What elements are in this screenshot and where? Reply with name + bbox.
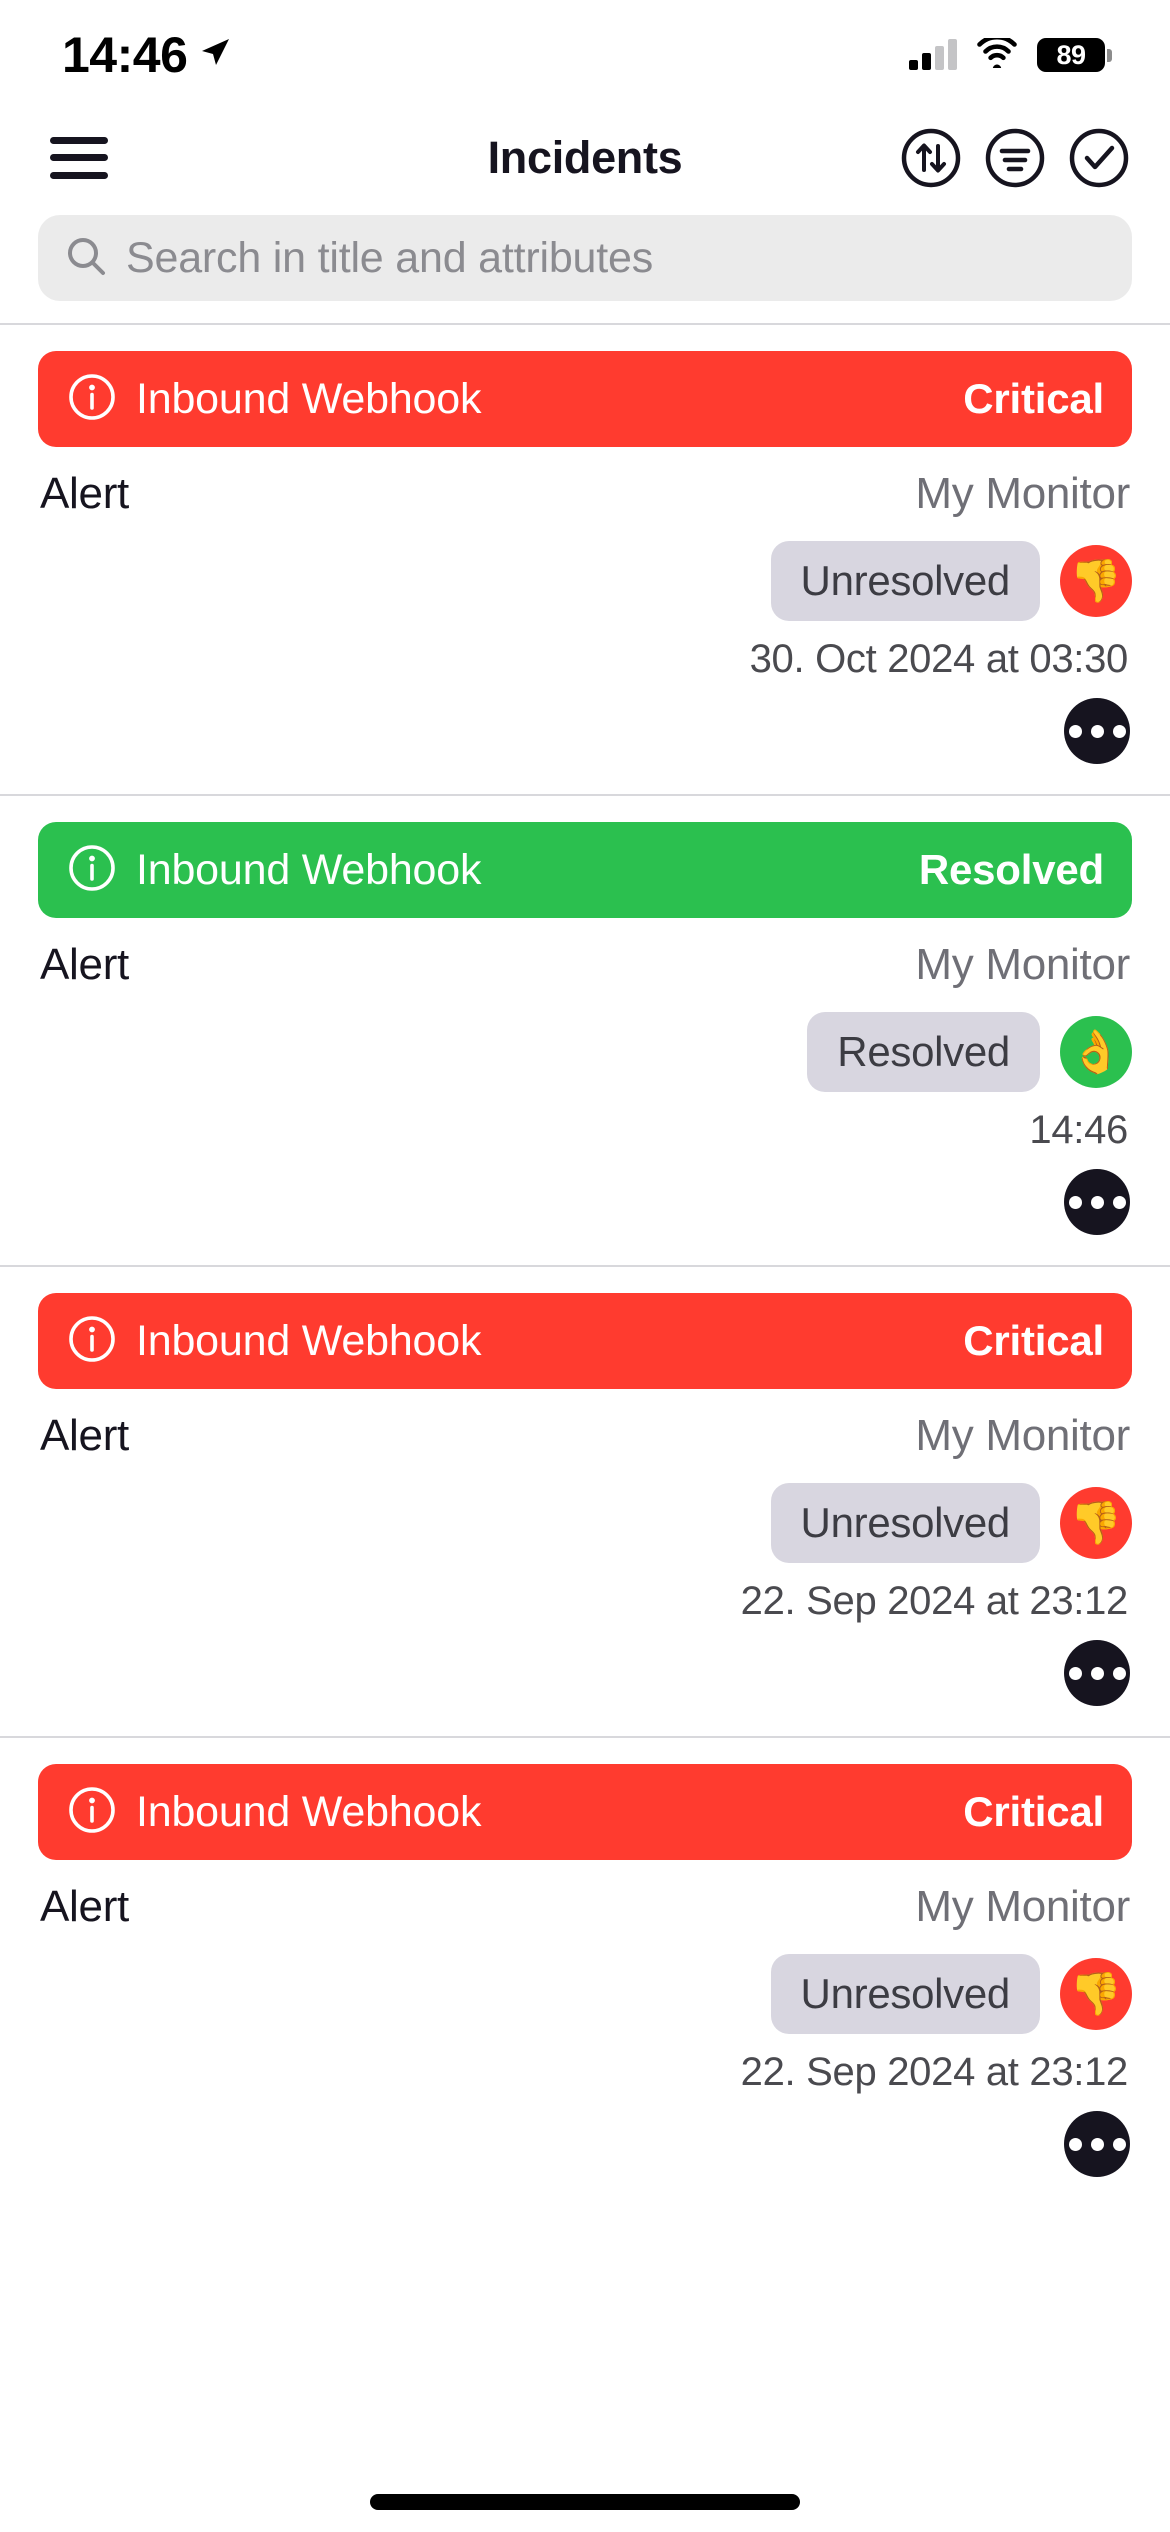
info-circle-icon [66,371,118,428]
sort-button[interactable] [900,127,962,189]
info-circle-icon [66,1313,118,1370]
incident-monitor: My Monitor [915,1411,1130,1460]
incident-more-row [38,1153,1132,1265]
thumbs-down-emoji: 👎 [1060,545,1132,617]
incident-time-row: 30. Oct 2024 at 03:30 [38,621,1132,682]
incident-more-row [38,2095,1132,2207]
search-bar-container: Search in title and attributes [0,205,1170,323]
incident-title: Inbound Webhook [136,1787,482,1836]
search-input[interactable]: Search in title and attributes [38,215,1132,301]
incident-state-row: Unresolved 👎 [38,519,1132,621]
cellular-signal-icon [909,39,957,70]
hamburger-menu-icon[interactable] [50,136,108,179]
incident-more-row [38,682,1132,794]
thumbs-down-emoji: 👎 [1060,1487,1132,1559]
incident-list: Inbound Webhook Critical Alert My Monito… [0,323,1170,2207]
incident-time-row: 22. Sep 2024 at 23:12 [38,2034,1132,2095]
thumbs-down-emoji: 👎 [1060,1958,1132,2030]
incident-card[interactable]: Inbound Webhook Critical Alert My Monito… [0,1736,1170,2207]
incident-type: Alert [40,1411,129,1460]
incident-card[interactable]: Inbound Webhook Critical Alert My Monito… [0,323,1170,794]
incident-meta: Alert My Monitor [38,447,1132,519]
info-circle-icon [66,1784,118,1841]
incident-state-row: Unresolved 👎 [38,1461,1132,1563]
incident-banner[interactable]: Inbound Webhook Critical [38,351,1132,447]
navigation-bar: Incidents [0,110,1170,205]
incident-timestamp: 22. Sep 2024 at 23:12 [740,1579,1129,1623]
state-badge: Unresolved [770,541,1040,621]
incident-meta: Alert My Monitor [38,1389,1132,1461]
search-placeholder: Search in title and attributes [126,233,654,282]
search-icon [64,234,108,283]
incident-time-row: 22. Sep 2024 at 23:12 [38,1563,1132,1624]
state-badge: Unresolved [770,1954,1040,2034]
incident-title: Inbound Webhook [136,845,482,894]
info-circle-icon [66,842,118,899]
navigation-actions [900,127,1130,189]
incident-type: Alert [40,469,129,518]
home-indicator [370,2494,800,2510]
more-ellipsis-icon[interactable] [1064,1169,1130,1235]
filter-button[interactable] [984,127,1046,189]
location-arrow-icon [199,37,231,74]
incident-meta: Alert My Monitor [38,1860,1132,1932]
incident-banner[interactable]: Inbound Webhook Critical [38,1764,1132,1860]
incident-monitor: My Monitor [915,1882,1130,1931]
status-bar: 14:46 89 [0,0,1170,110]
more-ellipsis-icon[interactable] [1064,698,1130,764]
app-screen: 14:46 89 Incidents Search in title and a… [0,0,1170,2532]
incident-card[interactable]: Inbound Webhook Critical Alert My Monito… [0,1265,1170,1736]
incident-card[interactable]: Inbound Webhook Resolved Alert My Monito… [0,794,1170,1265]
ok-hand-emoji: 👌 [1060,1016,1132,1088]
incident-banner[interactable]: Inbound Webhook Resolved [38,822,1132,918]
acknowledge-button[interactable] [1068,127,1130,189]
incident-monitor: My Monitor [915,469,1130,518]
state-badge: Resolved [807,1012,1040,1092]
incident-state-row: Resolved 👌 [38,990,1132,1092]
incident-timestamp: 14:46 [1029,1108,1128,1152]
incident-monitor: My Monitor [915,940,1130,989]
more-ellipsis-icon[interactable] [1064,1640,1130,1706]
state-badge: Unresolved [770,1483,1040,1563]
incident-state-row: Unresolved 👎 [38,1932,1132,2034]
wifi-icon [977,34,1017,73]
incident-timestamp: 30. Oct 2024 at 03:30 [749,637,1129,681]
severity-badge: Critical [963,1317,1104,1364]
incident-more-row [38,1624,1132,1736]
incident-meta: Alert My Monitor [38,918,1132,990]
severity-badge: Resolved [918,846,1104,893]
status-bar-right: 89 [909,34,1112,73]
incident-title: Inbound Webhook [136,374,482,423]
more-ellipsis-icon[interactable] [1064,2111,1130,2177]
incident-type: Alert [40,1882,129,1931]
battery-icon: 89 [1037,38,1112,72]
severity-badge: Critical [963,375,1104,422]
status-bar-left: 14:46 [62,26,231,84]
status-time: 14:46 [62,27,188,83]
incident-type: Alert [40,940,129,989]
incident-title: Inbound Webhook [136,1316,482,1365]
battery-percent: 89 [1056,39,1086,70]
incident-time-row: 14:46 [38,1092,1132,1153]
incident-timestamp: 22. Sep 2024 at 23:12 [740,2050,1129,2094]
severity-badge: Critical [963,1788,1104,1835]
incident-banner[interactable]: Inbound Webhook Critical [38,1293,1132,1389]
